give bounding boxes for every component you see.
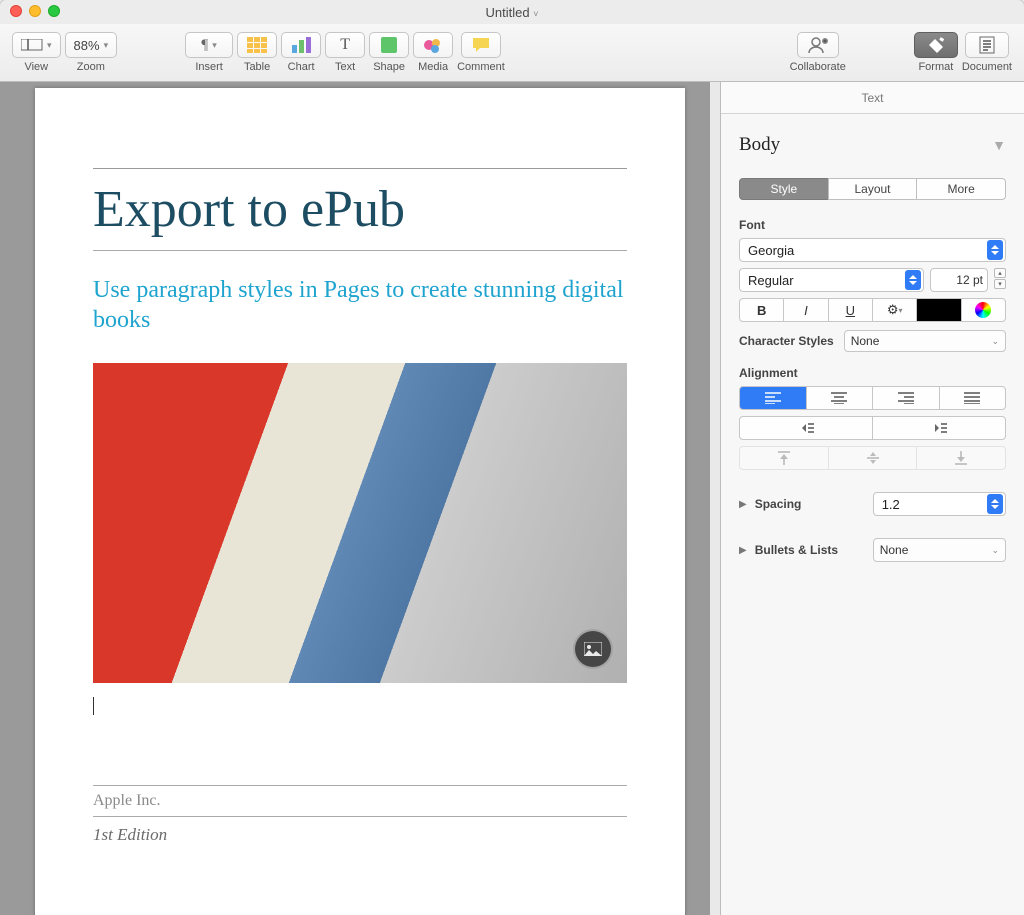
- font-size-field[interactable]: 12 pt: [930, 268, 988, 292]
- zoom-label: Zoom: [77, 61, 105, 73]
- shape-label: Shape: [373, 61, 405, 73]
- app-window: Untitled ˅ ▾ View 88%▾ Zoom ¶▾ Insert: [0, 0, 1024, 915]
- gear-icon: ⚙: [887, 302, 899, 318]
- inspector-header: Text: [721, 82, 1024, 114]
- disclosure-triangle-icon[interactable]: ▶: [739, 499, 747, 510]
- stepper-icon: [905, 270, 921, 290]
- bullets-select[interactable]: None ⌄: [873, 538, 1006, 562]
- document-subtitle[interactable]: Use paragraph styles in Pages to create …: [93, 275, 627, 335]
- comment-label: Comment: [457, 61, 505, 73]
- text-options-button[interactable]: ⚙▾: [872, 298, 917, 322]
- chart-button[interactable]: [281, 32, 321, 58]
- chevron-down-icon: ▼: [992, 137, 1006, 153]
- align-left-button[interactable]: [739, 386, 807, 410]
- document-button[interactable]: [965, 32, 1009, 58]
- chart-label: Chart: [288, 61, 315, 73]
- document-label: Document: [962, 61, 1012, 73]
- spacing-label: Spacing: [755, 497, 865, 511]
- comment-icon: [472, 37, 490, 53]
- collaborate-button[interactable]: [797, 32, 839, 58]
- chevron-down-icon: ˅: [533, 9, 538, 19]
- minimize-window-button[interactable]: [29, 5, 41, 17]
- insert-button[interactable]: ¶▾: [185, 32, 233, 58]
- text-cursor: [93, 697, 94, 715]
- inspector-panel: Text Body ▼ Style Layout More Font Georg…: [720, 82, 1024, 915]
- zoom-window-button[interactable]: [48, 5, 60, 17]
- view-button[interactable]: ▾: [12, 32, 61, 58]
- tab-layout[interactable]: Layout: [828, 178, 918, 200]
- inspector-tabs: Style Layout More: [739, 178, 1006, 200]
- spacing-select[interactable]: 1.2: [873, 492, 1006, 516]
- table-icon: [247, 37, 267, 53]
- scrollbar[interactable]: [710, 82, 720, 915]
- paragraph-style-selector[interactable]: Body ▼: [739, 128, 1006, 170]
- underline-button[interactable]: U: [828, 298, 873, 322]
- shape-icon: [381, 37, 397, 53]
- font-size-stepper[interactable]: ▴▾: [994, 268, 1006, 292]
- indent-decrease-button[interactable]: [739, 416, 873, 440]
- font-family-select[interactable]: Georgia: [739, 238, 1006, 262]
- valign-top-button[interactable]: [739, 446, 829, 470]
- color-picker-button[interactable]: [961, 298, 1006, 322]
- toolbar: ▾ View 88%▾ Zoom ¶▾ Insert: [0, 24, 1024, 82]
- titlebar: Untitled ˅: [0, 0, 1024, 24]
- zoom-button[interactable]: 88%▾: [65, 32, 118, 58]
- comment-button[interactable]: [461, 32, 501, 58]
- document-canvas[interactable]: Export to ePub Use paragraph styles in P…: [0, 82, 720, 915]
- view-label: View: [24, 61, 48, 73]
- shape-button[interactable]: [369, 32, 409, 58]
- insert-label: Insert: [195, 61, 223, 73]
- chart-icon: [291, 37, 311, 53]
- char-styles-label: Character Styles: [739, 334, 834, 348]
- media-button[interactable]: [413, 32, 453, 58]
- align-right-button[interactable]: [872, 386, 940, 410]
- edition-text[interactable]: 1st Edition: [93, 816, 627, 845]
- close-window-button[interactable]: [10, 5, 22, 17]
- document-icon: [979, 36, 995, 54]
- image-options-button[interactable]: [573, 629, 613, 669]
- bold-button[interactable]: B: [739, 298, 784, 322]
- view-icon: [21, 39, 43, 51]
- tab-more[interactable]: More: [916, 178, 1006, 200]
- disclosure-triangle-icon[interactable]: ▶: [739, 545, 747, 556]
- page: Export to ePub Use paragraph styles in P…: [35, 88, 685, 915]
- picture-icon: [584, 642, 602, 656]
- font-section-label: Font: [739, 218, 1006, 232]
- collaborate-label: Collaborate: [790, 61, 846, 73]
- valign-bottom-button[interactable]: [916, 446, 1006, 470]
- company-text[interactable]: Apple Inc.: [93, 785, 627, 810]
- format-button[interactable]: [914, 32, 958, 58]
- color-wheel-icon: [975, 302, 991, 318]
- window-controls: [10, 5, 60, 17]
- text-icon: T: [340, 36, 350, 54]
- media-label: Media: [418, 61, 448, 73]
- alignment-label: Alignment: [739, 366, 1006, 380]
- tab-style[interactable]: Style: [739, 178, 829, 200]
- align-center-button[interactable]: [806, 386, 874, 410]
- valign-middle-button[interactable]: [828, 446, 918, 470]
- indent-increase-button[interactable]: [872, 416, 1006, 440]
- collaborate-icon: [807, 36, 829, 54]
- text-button[interactable]: T: [325, 32, 365, 58]
- media-icon: [423, 37, 443, 53]
- italic-button[interactable]: I: [783, 298, 828, 322]
- font-style-select[interactable]: Regular: [739, 268, 924, 292]
- text-label: Text: [335, 61, 355, 73]
- table-label: Table: [244, 61, 270, 73]
- align-justify-button[interactable]: [939, 386, 1007, 410]
- format-icon: [926, 37, 946, 53]
- window-title[interactable]: Untitled ˅: [486, 5, 539, 20]
- format-label: Format: [918, 61, 953, 73]
- stepper-icon: [987, 240, 1003, 260]
- paragraph-style-name: Body: [739, 134, 780, 156]
- stepper-icon: [987, 494, 1003, 514]
- table-button[interactable]: [237, 32, 277, 58]
- document-title[interactable]: Export to ePub: [93, 175, 627, 244]
- text-color-swatch[interactable]: [916, 298, 961, 322]
- document-image[interactable]: [93, 363, 627, 683]
- bullets-label: Bullets & Lists: [755, 543, 865, 557]
- char-styles-select[interactable]: None ⌄: [844, 330, 1006, 352]
